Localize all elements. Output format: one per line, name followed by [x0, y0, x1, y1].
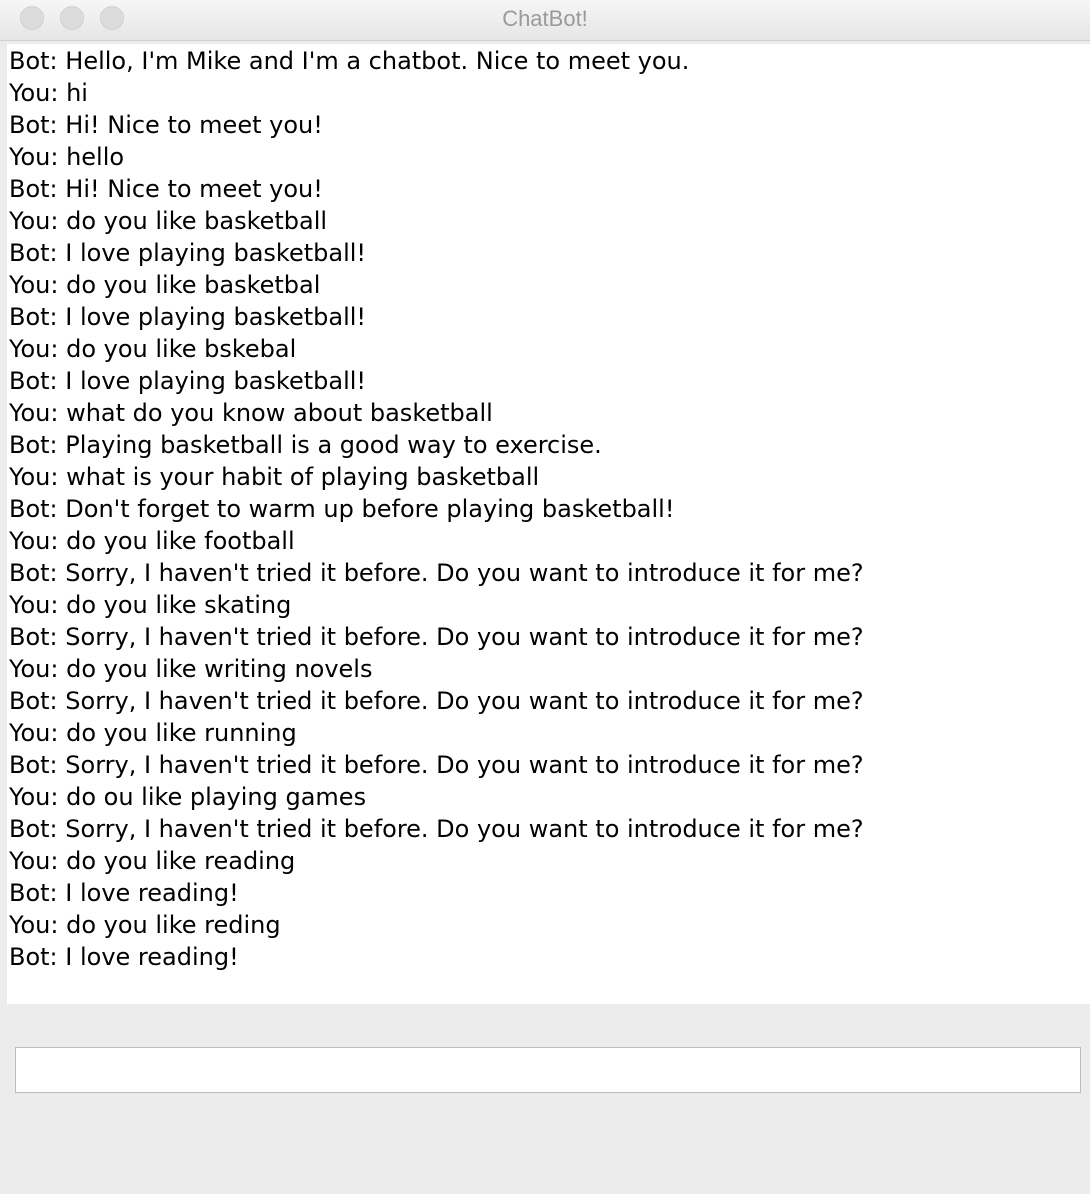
chat-message-line: You: do you like skating: [9, 591, 292, 619]
message-input[interactable]: [15, 1047, 1081, 1093]
chat-message-line: Bot: I love playing basketball!: [9, 367, 367, 395]
title-bar: ChatBot!: [0, 0, 1090, 41]
chat-message-line: Bot: Sorry, I haven't tried it before. D…: [9, 687, 864, 715]
chat-message-line: Bot: Playing basketball is a good way to…: [9, 431, 602, 459]
chat-message-line: You: do you like basketball: [9, 207, 328, 235]
chat-message-line: Bot: Hello, I'm Mike and I'm a chatbot. …: [9, 47, 690, 75]
chat-message-line: You: hi: [9, 79, 88, 107]
chat-message-line: Bot: Sorry, I haven't tried it before. D…: [9, 623, 864, 651]
chat-message-line: You: what is your habit of playing baske…: [9, 463, 540, 491]
chat-message-line: You: do you like basketbal: [9, 271, 321, 299]
chat-message-line: Bot: I love playing basketball!: [9, 303, 367, 331]
chat-message-line: You: do you like running: [9, 719, 297, 747]
chat-message-line: Bot: I love reading!: [9, 943, 239, 971]
chat-message-line: Bot: Don't forget to warm up before play…: [9, 495, 675, 523]
window-title: ChatBot!: [502, 6, 588, 31]
chatbot-window: ChatBot! Bot: Hello, I'm Mike and I'm a …: [0, 0, 1090, 1194]
chat-message-line: Bot: Sorry, I haven't tried it before. D…: [9, 559, 864, 587]
chat-message-line: You: do ou like playing games: [9, 783, 367, 811]
chat-message-line: You: what do you know about basketball: [9, 399, 493, 427]
chat-message-line: Bot: I love playing basketball!: [9, 239, 367, 267]
chat-message-line: You: do you like reding: [9, 911, 281, 939]
chat-message-line: Bot: Sorry, I haven't tried it before. D…: [9, 751, 864, 779]
chat-transcript[interactable]: Bot: Hello, I'm Mike and I'm a chatbot. …: [7, 44, 1090, 1004]
chat-message-line: You: do you like football: [9, 527, 295, 555]
chat-message-line: Bot: I love reading!: [9, 879, 239, 907]
chat-message-line: You: hello: [9, 143, 125, 171]
chat-message-line: Bot: Hi! Nice to meet you!: [9, 111, 323, 139]
chat-message-line: You: do you like writing novels: [9, 655, 373, 683]
chat-message-line: You: do you like reading: [9, 847, 296, 875]
chat-message-line: You: do you like bskebal: [9, 335, 297, 363]
chat-message-line: Bot: Sorry, I haven't tried it before. D…: [9, 815, 864, 843]
chat-message-line: Bot: Hi! Nice to meet you!: [9, 175, 323, 203]
